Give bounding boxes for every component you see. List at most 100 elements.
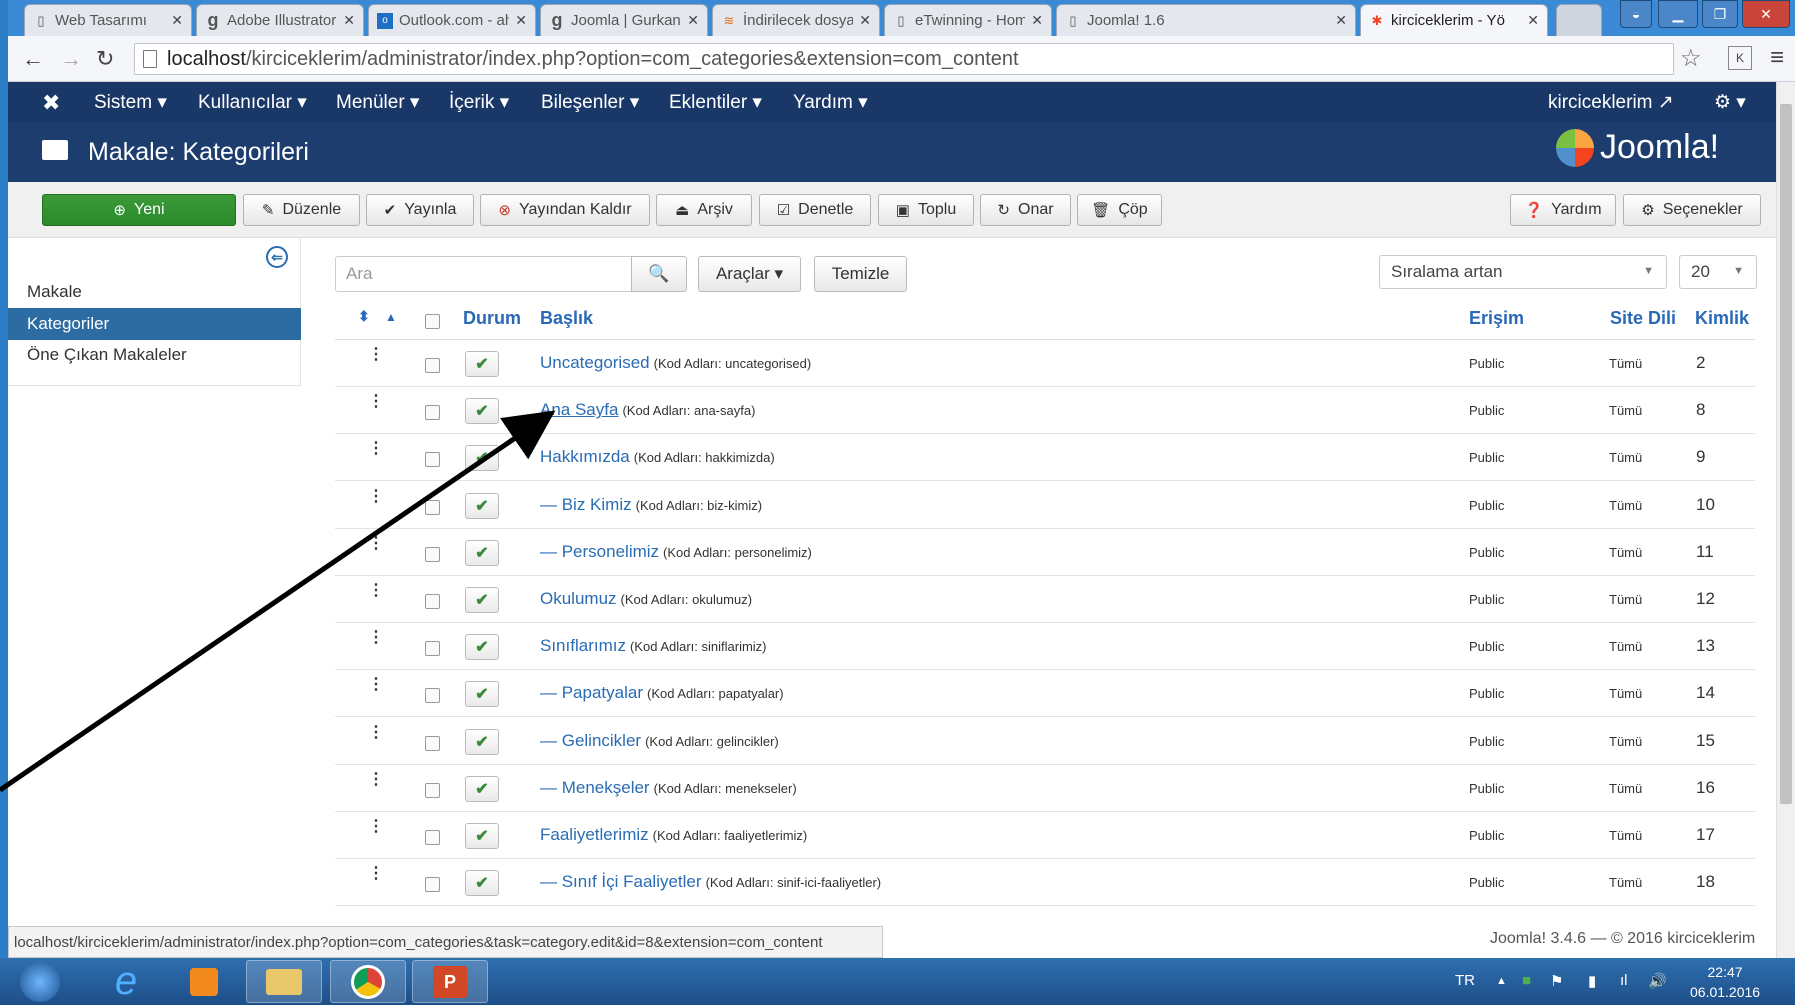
extension-k-icon[interactable]: K [1728, 46, 1752, 70]
reload-icon[interactable]: ↻ [96, 46, 114, 72]
select-all-checkbox[interactable] [425, 314, 440, 329]
published-check-icon[interactable]: ✔ [465, 775, 499, 802]
options-button[interactable]: ⚙ Seçenekler [1623, 194, 1761, 226]
close-icon[interactable]: ✕ [343, 12, 355, 29]
category-title-link[interactable]: — Personelimiz [540, 542, 659, 561]
batch-button[interactable]: ▣ Toplu [878, 194, 974, 226]
new-button[interactable]: ⊕ Yeni [42, 194, 236, 226]
published-check-icon[interactable]: ✔ [465, 870, 499, 897]
edit-button[interactable]: ✎ Düzenle [243, 194, 360, 226]
user-icon[interactable]: ◒ [1620, 0, 1652, 28]
drag-handle-icon[interactable]: ⋮ [368, 724, 384, 740]
published-check-icon[interactable]: ✔ [465, 634, 499, 661]
sort-asc-icon[interactable]: ▲ [385, 310, 397, 324]
published-check-icon[interactable]: ✔ [465, 823, 499, 849]
published-check-icon[interactable]: ✔ [465, 539, 499, 566]
window-close-icon[interactable]: ✕ [1742, 0, 1790, 28]
publish-button[interactable]: ✔ Yayınla [366, 194, 474, 226]
clock[interactable]: 22:47 06.01.2016 [1690, 962, 1760, 1002]
col-kimlik[interactable]: Kimlik [1695, 308, 1749, 329]
maximize-icon[interactable]: ❐ [1702, 0, 1738, 28]
new-tab-button[interactable] [1556, 4, 1602, 36]
row-checkbox[interactable] [425, 499, 440, 515]
category-title-link[interactable]: — Gelincikler [540, 731, 641, 750]
menu-yardim[interactable]: Yardım ▾ [793, 91, 868, 114]
published-check-icon[interactable]: ✔ [465, 492, 499, 519]
show-hidden-icons[interactable]: ▲ [1496, 975, 1507, 987]
scrollbar-thumb[interactable] [1780, 104, 1792, 804]
drag-handle-icon[interactable]: ⋮ [368, 394, 384, 410]
trash-button[interactable]: 🗑 Çöp [1077, 194, 1162, 226]
category-title-link[interactable]: — Sınıf İçi Faaliyetler [540, 872, 702, 891]
chrome-menu-icon[interactable]: ≡ [1770, 44, 1784, 72]
drag-handle-icon[interactable]: ⋮ [368, 488, 384, 504]
published-check-icon[interactable]: ✔ [465, 587, 499, 613]
col-baslik[interactable]: Başlık [540, 308, 593, 329]
close-icon[interactable]: ✕ [515, 12, 527, 29]
published-check-icon[interactable]: ✔ [465, 398, 499, 425]
powerpoint-icon[interactable]: P [412, 960, 488, 1003]
tab-indirilecek[interactable]: ≋ İndirilecek dosya ✕ [712, 4, 880, 36]
menu-kullanicilar[interactable]: Kullanıcılar ▾ [198, 91, 307, 114]
drag-handle-icon[interactable]: ⋮ [368, 441, 384, 457]
published-check-icon[interactable]: ✔ [465, 728, 499, 755]
row-checkbox[interactable] [425, 688, 440, 704]
settings-gear-icon[interactable]: ⚙ ▾ [1714, 91, 1746, 114]
back-icon[interactable]: ← [22, 46, 44, 72]
tab-outlook[interactable]: o Outlook.com - ah ✕ [368, 4, 536, 36]
network-monitor-icon[interactable]: ■ [1522, 972, 1531, 989]
col-erisim[interactable]: Erişim [1469, 308, 1524, 329]
checkin-button[interactable]: ☑ Denetle [759, 194, 871, 226]
forward-icon[interactable]: → [60, 46, 82, 72]
limit-select[interactable]: 20 ▼ [1679, 255, 1757, 289]
col-site-dili[interactable]: Site Dili [1610, 308, 1676, 329]
search-input[interactable]: Ara [335, 256, 632, 292]
menu-menuler[interactable]: Menüler ▾ [336, 91, 419, 114]
flag-icon[interactable]: ⚑ [1550, 972, 1563, 990]
start-button[interactable] [10, 960, 70, 1003]
tab-web-tasarimi[interactable]: ▯ Web Tasarımı ✕ [24, 4, 192, 36]
row-checkbox[interactable] [425, 358, 440, 373]
published-check-icon[interactable]: ✔ [465, 681, 499, 708]
drag-handle-icon[interactable]: ⋮ [368, 347, 384, 363]
volume-icon[interactable]: 🔊 [1648, 972, 1667, 990]
url-field[interactable]: localhost/kirciceklerim/administrator/in… [134, 43, 1674, 75]
category-title-link[interactable]: Faaliyetlerimiz [540, 825, 649, 844]
drag-handle-icon[interactable]: ⋮ [368, 535, 384, 551]
tab-kirciceklerim[interactable]: ✱ kirciceklerim - Yö ✕ [1360, 4, 1548, 36]
close-icon[interactable]: ✕ [859, 12, 871, 29]
archive-button[interactable]: ⏏ Arşiv [656, 194, 752, 226]
drag-handle-icon[interactable]: ⋮ [368, 771, 384, 787]
close-icon[interactable]: ✕ [1335, 12, 1347, 29]
category-title-link[interactable]: Sınıflarımız [540, 636, 626, 655]
menu-bilesenler[interactable]: Bileşenler ▾ [541, 91, 639, 114]
clear-button[interactable]: Temizle [814, 256, 907, 292]
tab-etwinning[interactable]: ▯ eTwinning - Hom ✕ [884, 4, 1052, 36]
row-checkbox[interactable] [425, 830, 440, 845]
category-title-link[interactable]: — Biz Kimiz [540, 495, 632, 514]
explorer-icon[interactable] [246, 960, 322, 1003]
close-icon[interactable]: ✕ [171, 12, 183, 29]
media-player-icon[interactable] [166, 960, 242, 1003]
row-checkbox[interactable] [425, 546, 440, 562]
menu-icerik[interactable]: İçerik ▾ [449, 91, 509, 114]
drag-handle-icon[interactable]: ⋮ [368, 583, 384, 599]
help-button[interactable]: ❓ Yardım [1510, 194, 1616, 226]
drag-handle-icon[interactable]: ⋮ [368, 866, 384, 882]
joomla-logo-icon[interactable]: ✖ [42, 90, 60, 116]
category-title-link[interactable]: Ana Sayfa [540, 400, 618, 419]
row-checkbox[interactable] [425, 641, 440, 657]
category-title-link[interactable]: Uncategorised [540, 353, 650, 372]
row-checkbox[interactable] [425, 405, 440, 421]
tools-button[interactable]: Araçlar ▾ [698, 256, 801, 292]
close-icon[interactable]: ✕ [1031, 12, 1043, 29]
row-checkbox[interactable] [425, 452, 440, 468]
chrome-icon[interactable] [330, 960, 406, 1003]
row-checkbox[interactable] [425, 594, 440, 609]
close-icon[interactable]: ✕ [687, 12, 699, 29]
sort-order-icon[interactable]: ⬍ [358, 308, 370, 325]
battery-icon[interactable]: ▮ [1588, 972, 1596, 990]
category-title-link[interactable]: — Papatyalar [540, 683, 643, 702]
tab-adobe-illustrator[interactable]: g Adobe Illustrator ✕ [196, 4, 364, 36]
category-title-link[interactable]: — Menekşeler [540, 778, 650, 797]
